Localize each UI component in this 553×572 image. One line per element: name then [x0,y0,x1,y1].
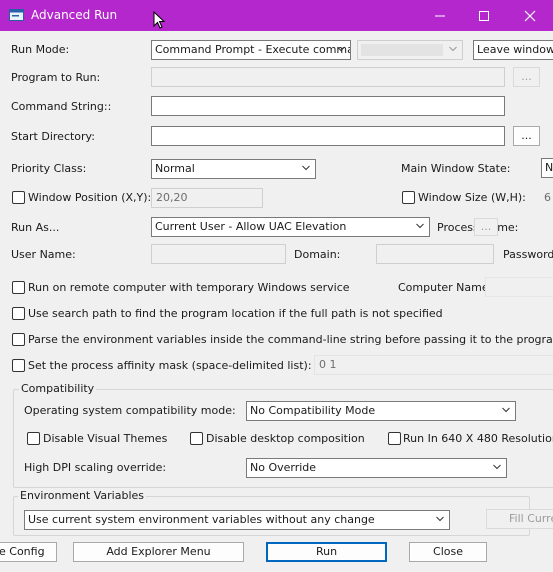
compatibility-group-title: Compatibility [19,382,97,395]
remote-computer-checkbox[interactable] [12,281,25,294]
parse-env-label: Parse the environment variables inside t… [28,333,553,346]
disable-desktop-composition-checkbox[interactable] [190,432,203,445]
advanced-run-window: Advanced Run Run Mode: Command Prompt - … [0,0,553,572]
os-compat-mode-label: Operating system compatibility mode: [24,404,236,417]
run-mode-value: Command Prompt - Execute command [155,43,351,56]
start-directory-browse-button[interactable]: ... [513,126,540,146]
priority-class-value: Normal [155,162,195,175]
priority-class-dropdown[interactable]: Normal [151,159,316,179]
run-as-label: Run As... [11,221,60,234]
high-dpi-label: High DPI scaling override: [24,461,167,474]
user-name-input[interactable] [151,244,286,264]
domain-input[interactable] [376,244,494,264]
start-directory-input[interactable] [151,126,505,146]
save-config-button[interactable]: e Config [0,542,57,562]
window-position-label: Window Position (X,Y): [28,191,152,204]
program-browse-button[interactable]: ... [513,67,540,87]
close-button[interactable]: Close [409,542,487,562]
leave-window-dropdown[interactable]: Leave window o [473,40,553,60]
run-mode-label: Run Mode: [11,43,70,56]
maximize-button[interactable] [461,0,507,31]
start-directory-label: Start Directory: [11,130,95,143]
fill-current-button[interactable]: Fill Curre [486,509,553,529]
run-mode-secondary-dropdown[interactable] [357,40,463,60]
computer-name-input[interactable] [485,277,553,297]
chevron-down-icon [416,223,424,231]
command-string-label: Command String:: [11,100,112,113]
run-as-value: Current User - Allow UAC Elevation [155,220,347,233]
chevron-down-icon [502,407,510,415]
domain-label: Domain: [294,248,341,261]
main-window-state-label: Main Window State: [401,162,511,175]
disable-visual-themes-label: Disable Visual Themes [43,432,168,445]
environment-variables-group-title: Environment Variables [18,489,147,502]
window-position-input[interactable]: 20,20 [151,188,263,208]
minimize-button[interactable] [417,0,463,31]
close-window-button[interactable] [507,0,553,31]
process-name-browse-button[interactable]: ... [474,218,498,236]
search-path-label: Use search path to find the program loca… [28,307,443,320]
os-compat-mode-dropdown[interactable]: No Compatibility Mode [246,401,516,421]
parse-env-checkbox[interactable] [12,333,25,346]
environment-variables-value: Use current system environment variables… [28,513,375,526]
high-dpi-dropdown[interactable]: No Override [246,458,507,478]
minimize-icon [435,15,445,16]
window-title: Advanced Run [31,8,118,22]
password-label: Password: [503,248,553,261]
affinity-checkbox[interactable] [12,359,25,372]
close-icon [524,10,536,21]
app-icon [9,9,24,21]
affinity-label: Set the process affinity mask (space-del… [28,359,312,372]
disable-visual-themes-checkbox[interactable] [27,432,40,445]
computer-name-label: Computer Name: [398,281,493,294]
run-640x480-label: Run In 640 X 480 Resolution [403,432,553,445]
run-mode-dropdown[interactable]: Command Prompt - Execute command [151,40,351,60]
window-size-label: Window Size (W,H): [418,191,526,204]
chevron-down-icon [493,464,501,472]
command-string-input[interactable] [151,96,505,116]
priority-class-label: Priority Class: [11,162,87,175]
high-dpi-value: No Override [250,461,317,474]
chevron-down-icon [302,165,310,173]
window-size-checkbox[interactable] [402,191,415,204]
window-position-checkbox[interactable] [12,191,25,204]
program-to-run-input[interactable] [151,67,505,87]
chevron-down-icon [337,46,345,54]
main-window-state-value: N [545,161,553,174]
os-compat-mode-value: No Compatibility Mode [250,404,376,417]
title-bar[interactable]: Advanced Run [0,0,553,31]
maximize-icon [479,10,489,21]
affinity-mask-input[interactable]: 0 1 [314,355,553,375]
user-name-label: User Name: [11,248,76,261]
disabled-field-fill [361,44,443,56]
program-to-run-label: Program to Run: [11,71,101,84]
run-as-dropdown[interactable]: Current User - Allow UAC Elevation [151,217,430,237]
remote-computer-label: Run on remote computer with temporary Wi… [28,281,350,294]
disable-desktop-composition-label: Disable desktop composition [206,432,365,445]
mouse-cursor-icon [153,10,166,32]
environment-variables-dropdown[interactable]: Use current system environment variables… [24,510,450,530]
chevron-down-icon [449,46,457,54]
search-path-checkbox[interactable] [12,307,25,320]
leave-window-value: Leave window o [477,43,553,56]
chevron-down-icon [436,516,444,524]
main-window-state-dropdown[interactable]: N [541,158,553,178]
run-button[interactable]: Run [266,542,387,562]
window-size-value[interactable]: 6 [544,191,551,204]
run-640x480-checkbox[interactable] [388,432,401,445]
add-explorer-menu-button[interactable]: Add Explorer Menu [73,542,244,562]
